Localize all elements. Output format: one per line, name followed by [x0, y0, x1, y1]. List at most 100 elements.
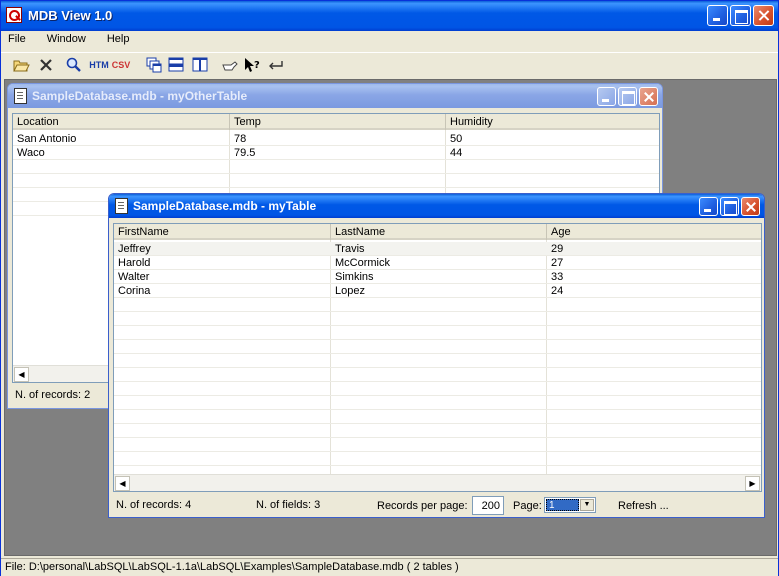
- cascade-button[interactable]: [145, 56, 163, 74]
- cell: Walter: [118, 271, 150, 283]
- table-row: [114, 326, 761, 340]
- tile-horizontal-button[interactable]: [167, 56, 185, 74]
- table-row: [13, 174, 659, 188]
- cell: Jeffrey: [118, 243, 151, 255]
- table-row: [114, 354, 761, 368]
- close-icon: [742, 198, 759, 215]
- table-row: [13, 160, 659, 174]
- column-header[interactable]: Temp: [230, 114, 446, 130]
- magnifier-icon: [66, 57, 81, 72]
- close-icon: [640, 88, 657, 105]
- minimize-icon: [708, 6, 727, 25]
- cell: 29: [551, 243, 564, 255]
- table-row: [114, 312, 761, 326]
- other-table-titlebar[interactable]: SampleDatabase.mdb - myOtherTable: [8, 84, 662, 108]
- app-window: MDB View 1.0 File Window Help HTM CSV ? …: [0, 0, 779, 576]
- maximize-button[interactable]: [730, 5, 751, 26]
- cell: McCormick: [335, 257, 390, 269]
- app-titlebar[interactable]: MDB View 1.0: [1, 1, 778, 31]
- tile-vertical-button[interactable]: [191, 56, 209, 74]
- chevron-down-icon[interactable]: ▼: [580, 499, 594, 511]
- my-maximize-button[interactable]: [720, 197, 739, 216]
- cascade-windows-icon: [146, 57, 162, 73]
- column-header[interactable]: Location: [13, 114, 230, 130]
- context-help-icon: ?: [245, 58, 260, 72]
- cell: Travis: [335, 243, 365, 255]
- page-select-value: 1: [546, 499, 579, 511]
- table-row[interactable]: Corina Lopez 24: [114, 284, 761, 298]
- cell: 44: [450, 147, 463, 159]
- minimize-button[interactable]: [707, 5, 728, 26]
- maximize-icon: [619, 88, 636, 105]
- column-header[interactable]: FirstName: [114, 224, 331, 240]
- other-records-count: N. of records: 2: [15, 389, 91, 401]
- minimize-icon: [598, 88, 615, 105]
- open-folder-button[interactable]: [12, 56, 30, 74]
- cell: 79.5: [234, 147, 256, 159]
- my-fields-count: N. of fields: 3: [256, 499, 321, 511]
- close-button[interactable]: [753, 5, 774, 26]
- search-button[interactable]: [65, 56, 83, 74]
- document-icon: [115, 198, 128, 214]
- menubar: File Window Help: [1, 31, 778, 50]
- toolbar: HTM CSV ?: [1, 52, 778, 76]
- table-row: [114, 396, 761, 410]
- my-table-header: FirstName LastName Age: [114, 224, 761, 240]
- table-row[interactable]: Walter Simkins 33: [114, 270, 761, 284]
- page-select[interactable]: 1 ▼: [544, 497, 596, 513]
- my-records-count: N. of records: 4: [116, 499, 192, 511]
- other-close-button[interactable]: [639, 87, 658, 106]
- hand-icon: [222, 61, 238, 71]
- table-row[interactable]: Jeffrey Travis 29: [114, 242, 761, 256]
- cell: Lopez: [335, 285, 365, 297]
- cell: Simkins: [335, 271, 374, 283]
- cell: 78: [234, 133, 247, 145]
- app-icon[interactable]: [6, 7, 22, 23]
- my-table-window[interactable]: SampleDatabase.mdb - myTable FirstName L…: [108, 193, 765, 518]
- my-table-titlebar[interactable]: SampleDatabase.mdb - myTable: [109, 194, 764, 218]
- context-help-button[interactable]: ?: [243, 56, 261, 74]
- status-bar: File: D:\personal\LabSQL\LabSQL-1.1a\Lab…: [1, 558, 778, 576]
- close-table-button[interactable]: [37, 56, 55, 74]
- my-horizontal-scrollbar[interactable]: ◀ ▶: [114, 474, 761, 491]
- cell: 27: [551, 257, 564, 269]
- menu-file[interactable]: File: [1, 31, 33, 50]
- scroll-left-arrow-icon[interactable]: ◀: [115, 476, 130, 491]
- column-header[interactable]: LastName: [331, 224, 547, 240]
- table-row[interactable]: Harold McCormick 27: [114, 256, 761, 270]
- table-row: [114, 438, 761, 452]
- column-header[interactable]: Age: [547, 224, 761, 240]
- cell: Waco: [17, 147, 45, 159]
- export-htm-button[interactable]: HTM: [89, 56, 109, 74]
- table-row: [114, 410, 761, 424]
- cell: 33: [551, 271, 564, 283]
- maximize-icon: [721, 198, 738, 215]
- scroll-right-arrow-icon[interactable]: ▶: [745, 476, 760, 491]
- table-row: [114, 368, 761, 382]
- scroll-left-arrow-icon[interactable]: ◀: [14, 367, 29, 382]
- my-close-button[interactable]: [741, 197, 760, 216]
- other-maximize-button[interactable]: [618, 87, 637, 106]
- table-row[interactable]: San Antonio 78 50: [13, 132, 659, 146]
- table-row: [114, 340, 761, 354]
- my-minimize-button[interactable]: [699, 197, 718, 216]
- refresh-button[interactable]: Refresh ...: [618, 500, 669, 512]
- export-csv-button[interactable]: CSV: [111, 56, 131, 74]
- table-row: [114, 298, 761, 312]
- records-per-page-input[interactable]: 200: [472, 496, 504, 515]
- minimize-icon: [700, 198, 717, 215]
- my-table-grid[interactable]: FirstName LastName Age Jeffrey Travis 29…: [113, 223, 762, 492]
- hand-button[interactable]: [221, 56, 239, 74]
- open-folder-icon: [13, 60, 30, 72]
- return-button[interactable]: [267, 56, 285, 74]
- menu-help[interactable]: Help: [93, 31, 137, 50]
- tile-vertical-icon: [192, 57, 208, 72]
- other-table-header: Location Temp Humidity: [13, 114, 659, 130]
- column-header[interactable]: Humidity: [446, 114, 659, 130]
- close-icon: [754, 6, 773, 25]
- table-row[interactable]: Waco 79.5 44: [13, 146, 659, 160]
- menu-window[interactable]: Window: [33, 31, 93, 50]
- return-icon: [269, 61, 283, 70]
- svg-text:?: ?: [254, 60, 260, 71]
- other-minimize-button[interactable]: [597, 87, 616, 106]
